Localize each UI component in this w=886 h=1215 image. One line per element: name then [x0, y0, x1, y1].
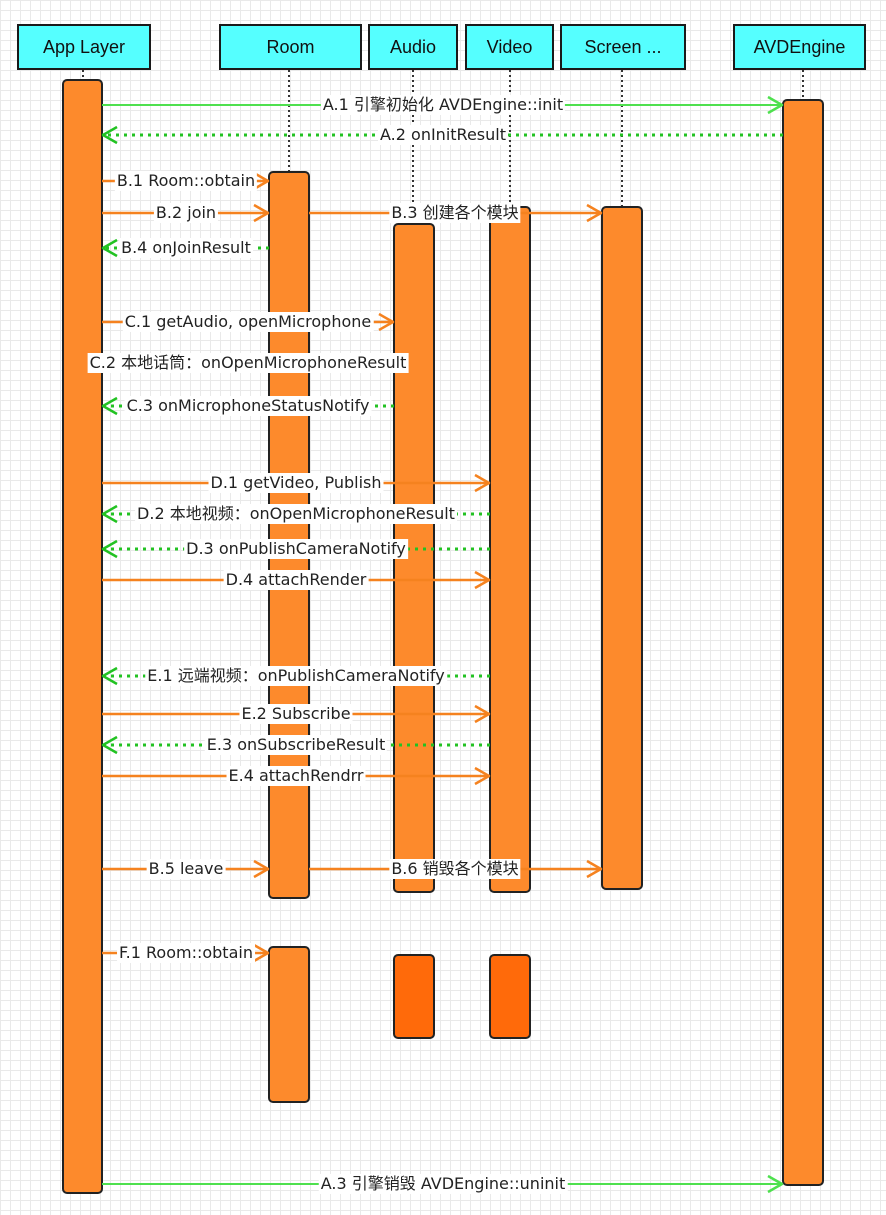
message-b-1-label: B.1 Room::obtain [114, 171, 258, 191]
message-d-2-label: D.2 本地视频：onOpenMicrophoneResult [135, 504, 457, 524]
message-d-3-label: D.3 onPublishCameraNotify [184, 539, 408, 559]
message-b-2-label: B.2 join [153, 203, 219, 223]
activation-app [62, 79, 103, 1194]
activation-video [489, 206, 531, 893]
message-e-2-label: E.2 Subscribe [239, 704, 353, 724]
message-e-1-arrowhead [101, 666, 118, 686]
message-c-3-label: C.3 onMicrophoneStatusNotify [124, 396, 372, 416]
message-d-4-label: D.4 attachRender [223, 570, 369, 590]
lifeline-header-engine: AVDEngine [733, 24, 866, 70]
message-e-4-label: E.4 attachRendrr [226, 766, 366, 786]
message-b-3-label: B.3 创建各个模块 [389, 203, 521, 223]
activation-room [268, 171, 310, 899]
message-e-3-label: E.3 onSubscribeResult [204, 735, 388, 755]
activation-video-2 [489, 954, 531, 1039]
activation-audio-2 [393, 954, 435, 1039]
message-a-2-label: A.2 onInitResult [378, 125, 508, 145]
message-e-1-label: E.1 远端视频：onPublishCameraNotify [145, 666, 447, 686]
activation-engine [782, 99, 824, 1186]
message-d-1-label: D.1 getVideo, Publish [208, 473, 384, 493]
sequence-diagram: App Layer Room Audio Video Screen ... AV… [0, 0, 886, 1215]
lifeline-header-video: Video [465, 24, 554, 70]
lifeline-header-audio: Audio [368, 24, 458, 70]
message-f-1-label: F.1 Room::obtain [117, 943, 255, 963]
message-a-1-label: A.1 引擎初始化 AVDEngine::init [320, 95, 566, 115]
lifeline-header-room: Room [219, 24, 362, 70]
activation-screen [601, 206, 643, 890]
message-d-3-arrowhead [101, 539, 118, 559]
lifeline-header-screen: Screen ... [560, 24, 686, 70]
message-b-4-label: B.4 onJoinResult [119, 238, 253, 258]
lifeline-header-app: App Layer [17, 24, 151, 70]
activation-room-2 [268, 946, 310, 1103]
message-a-3-label: A.3 引擎销毁 AVDEngine::uninit [318, 1174, 568, 1194]
message-b-6-label: B.6 销毁各个模块 [389, 859, 521, 879]
message-b-5-label: B.5 leave [146, 859, 226, 879]
message-c-3-arrowhead [101, 396, 118, 416]
message-c-1-label: C.1 getAudio, openMicrophone [122, 312, 374, 332]
message-e-3-arrowhead [101, 735, 118, 755]
message-d-2-arrowhead [101, 504, 118, 524]
message-c-2-label: C.2 本地话筒：onOpenMicrophoneResult [87, 353, 409, 373]
